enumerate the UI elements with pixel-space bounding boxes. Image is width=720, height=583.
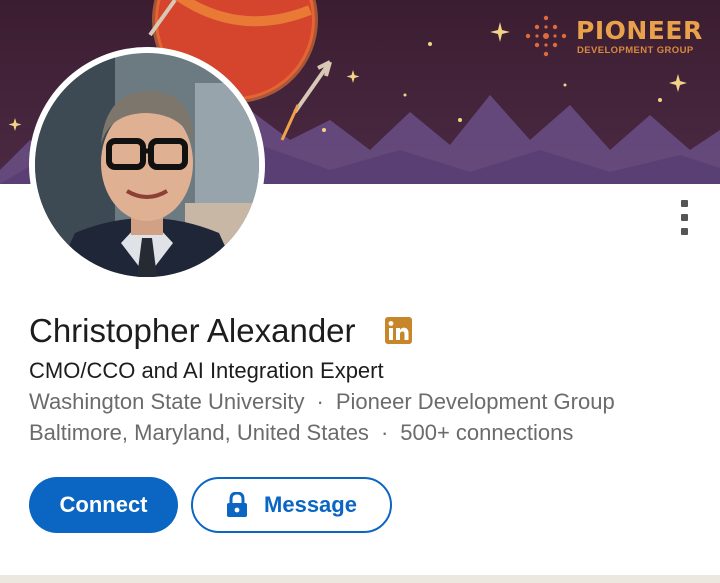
more-options-dot bbox=[681, 228, 688, 235]
message-button[interactable]: Message bbox=[191, 477, 392, 533]
more-options-icon bbox=[681, 200, 688, 207]
avatar bbox=[35, 53, 259, 277]
lock-icon bbox=[227, 492, 248, 517]
section-divider bbox=[0, 575, 720, 583]
linkedin-badge-icon bbox=[385, 317, 412, 344]
more-options-button[interactable] bbox=[666, 196, 704, 240]
education-link[interactable]: Washington State University bbox=[29, 389, 305, 414]
more-options-dot bbox=[681, 214, 688, 221]
profile-photo[interactable] bbox=[29, 47, 265, 283]
company-link[interactable]: Pioneer Development Group bbox=[336, 389, 615, 414]
separator-dot: · bbox=[316, 389, 324, 414]
brand-name: PIONEER bbox=[576, 16, 703, 45]
brand-subtitle: DEVELOPMENT GROUP bbox=[577, 45, 694, 56]
connect-button[interactable]: Connect bbox=[29, 477, 178, 533]
pioneer-logo-icon bbox=[525, 15, 567, 57]
profile-name: Christopher Alexander bbox=[29, 312, 356, 349]
connections-link[interactable]: 500+ connections bbox=[400, 420, 573, 445]
education-company-line: Washington State University · Pioneer Deve… bbox=[29, 389, 615, 415]
company-logo: PIONEER DEVELOPMENT GROUP bbox=[524, 14, 704, 58]
connect-button-label: Connect bbox=[59, 492, 148, 517]
separator-dot: · bbox=[380, 420, 389, 445]
location-text: Baltimore, Maryland, United States bbox=[29, 420, 369, 445]
message-button-label: Message bbox=[264, 492, 357, 517]
profile-headline: CMO/CCO and AI Integration Expert bbox=[29, 358, 384, 383]
location-connections-line: Baltimore, Maryland, United States · 500+ … bbox=[29, 420, 573, 446]
